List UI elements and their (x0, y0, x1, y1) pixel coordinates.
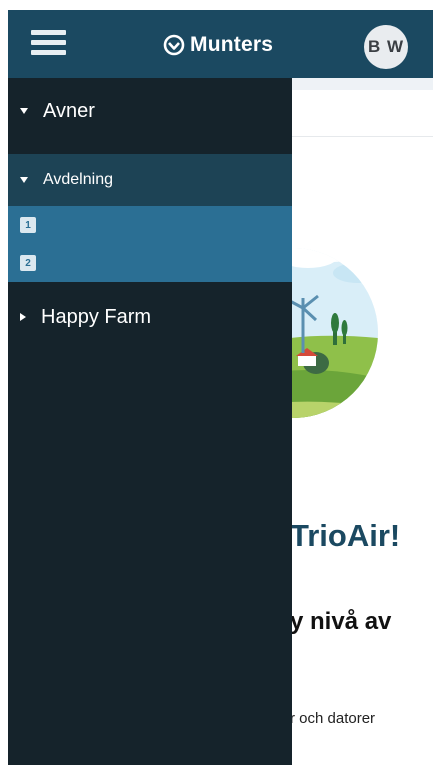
tree-item-label: Avdelning (43, 171, 113, 188)
tree-item-room-2[interactable]: 2 (8, 244, 292, 282)
user-avatar[interactable]: B W (364, 25, 408, 69)
caret-down-icon (20, 177, 28, 183)
welcome-body-text: r och datorer (290, 710, 376, 727)
welcome-title: TrioAir! (290, 518, 401, 553)
caret-right-icon (20, 313, 26, 321)
brand-name: Munters (190, 33, 274, 56)
munters-logo-icon (163, 34, 185, 56)
tree-item-avdelning[interactable]: Avdelning (8, 154, 292, 206)
tree-item-label: Happy Farm (41, 305, 152, 328)
welcome-subtitle: y nivå av (290, 608, 392, 635)
room-number-badge: 1 (20, 217, 36, 233)
menu-icon[interactable] (31, 30, 66, 56)
navigation-drawer: Avner Avdelning 1 2 Happy Farm (8, 78, 292, 765)
tree-item-label: Avner (43, 99, 95, 122)
tree-item-avner[interactable]: Avner (8, 86, 292, 136)
tree-item-happy-farm[interactable]: Happy Farm (8, 294, 292, 340)
app-window: Munters B W TrioAir! y nivå av r och dat… (8, 10, 433, 765)
top-app-bar: Munters B W (8, 10, 433, 78)
brand-logo: Munters (163, 32, 273, 58)
room-number-badge: 2 (20, 255, 36, 271)
tree-item-room-1[interactable]: 1 (8, 206, 292, 244)
caret-down-icon (20, 108, 28, 114)
